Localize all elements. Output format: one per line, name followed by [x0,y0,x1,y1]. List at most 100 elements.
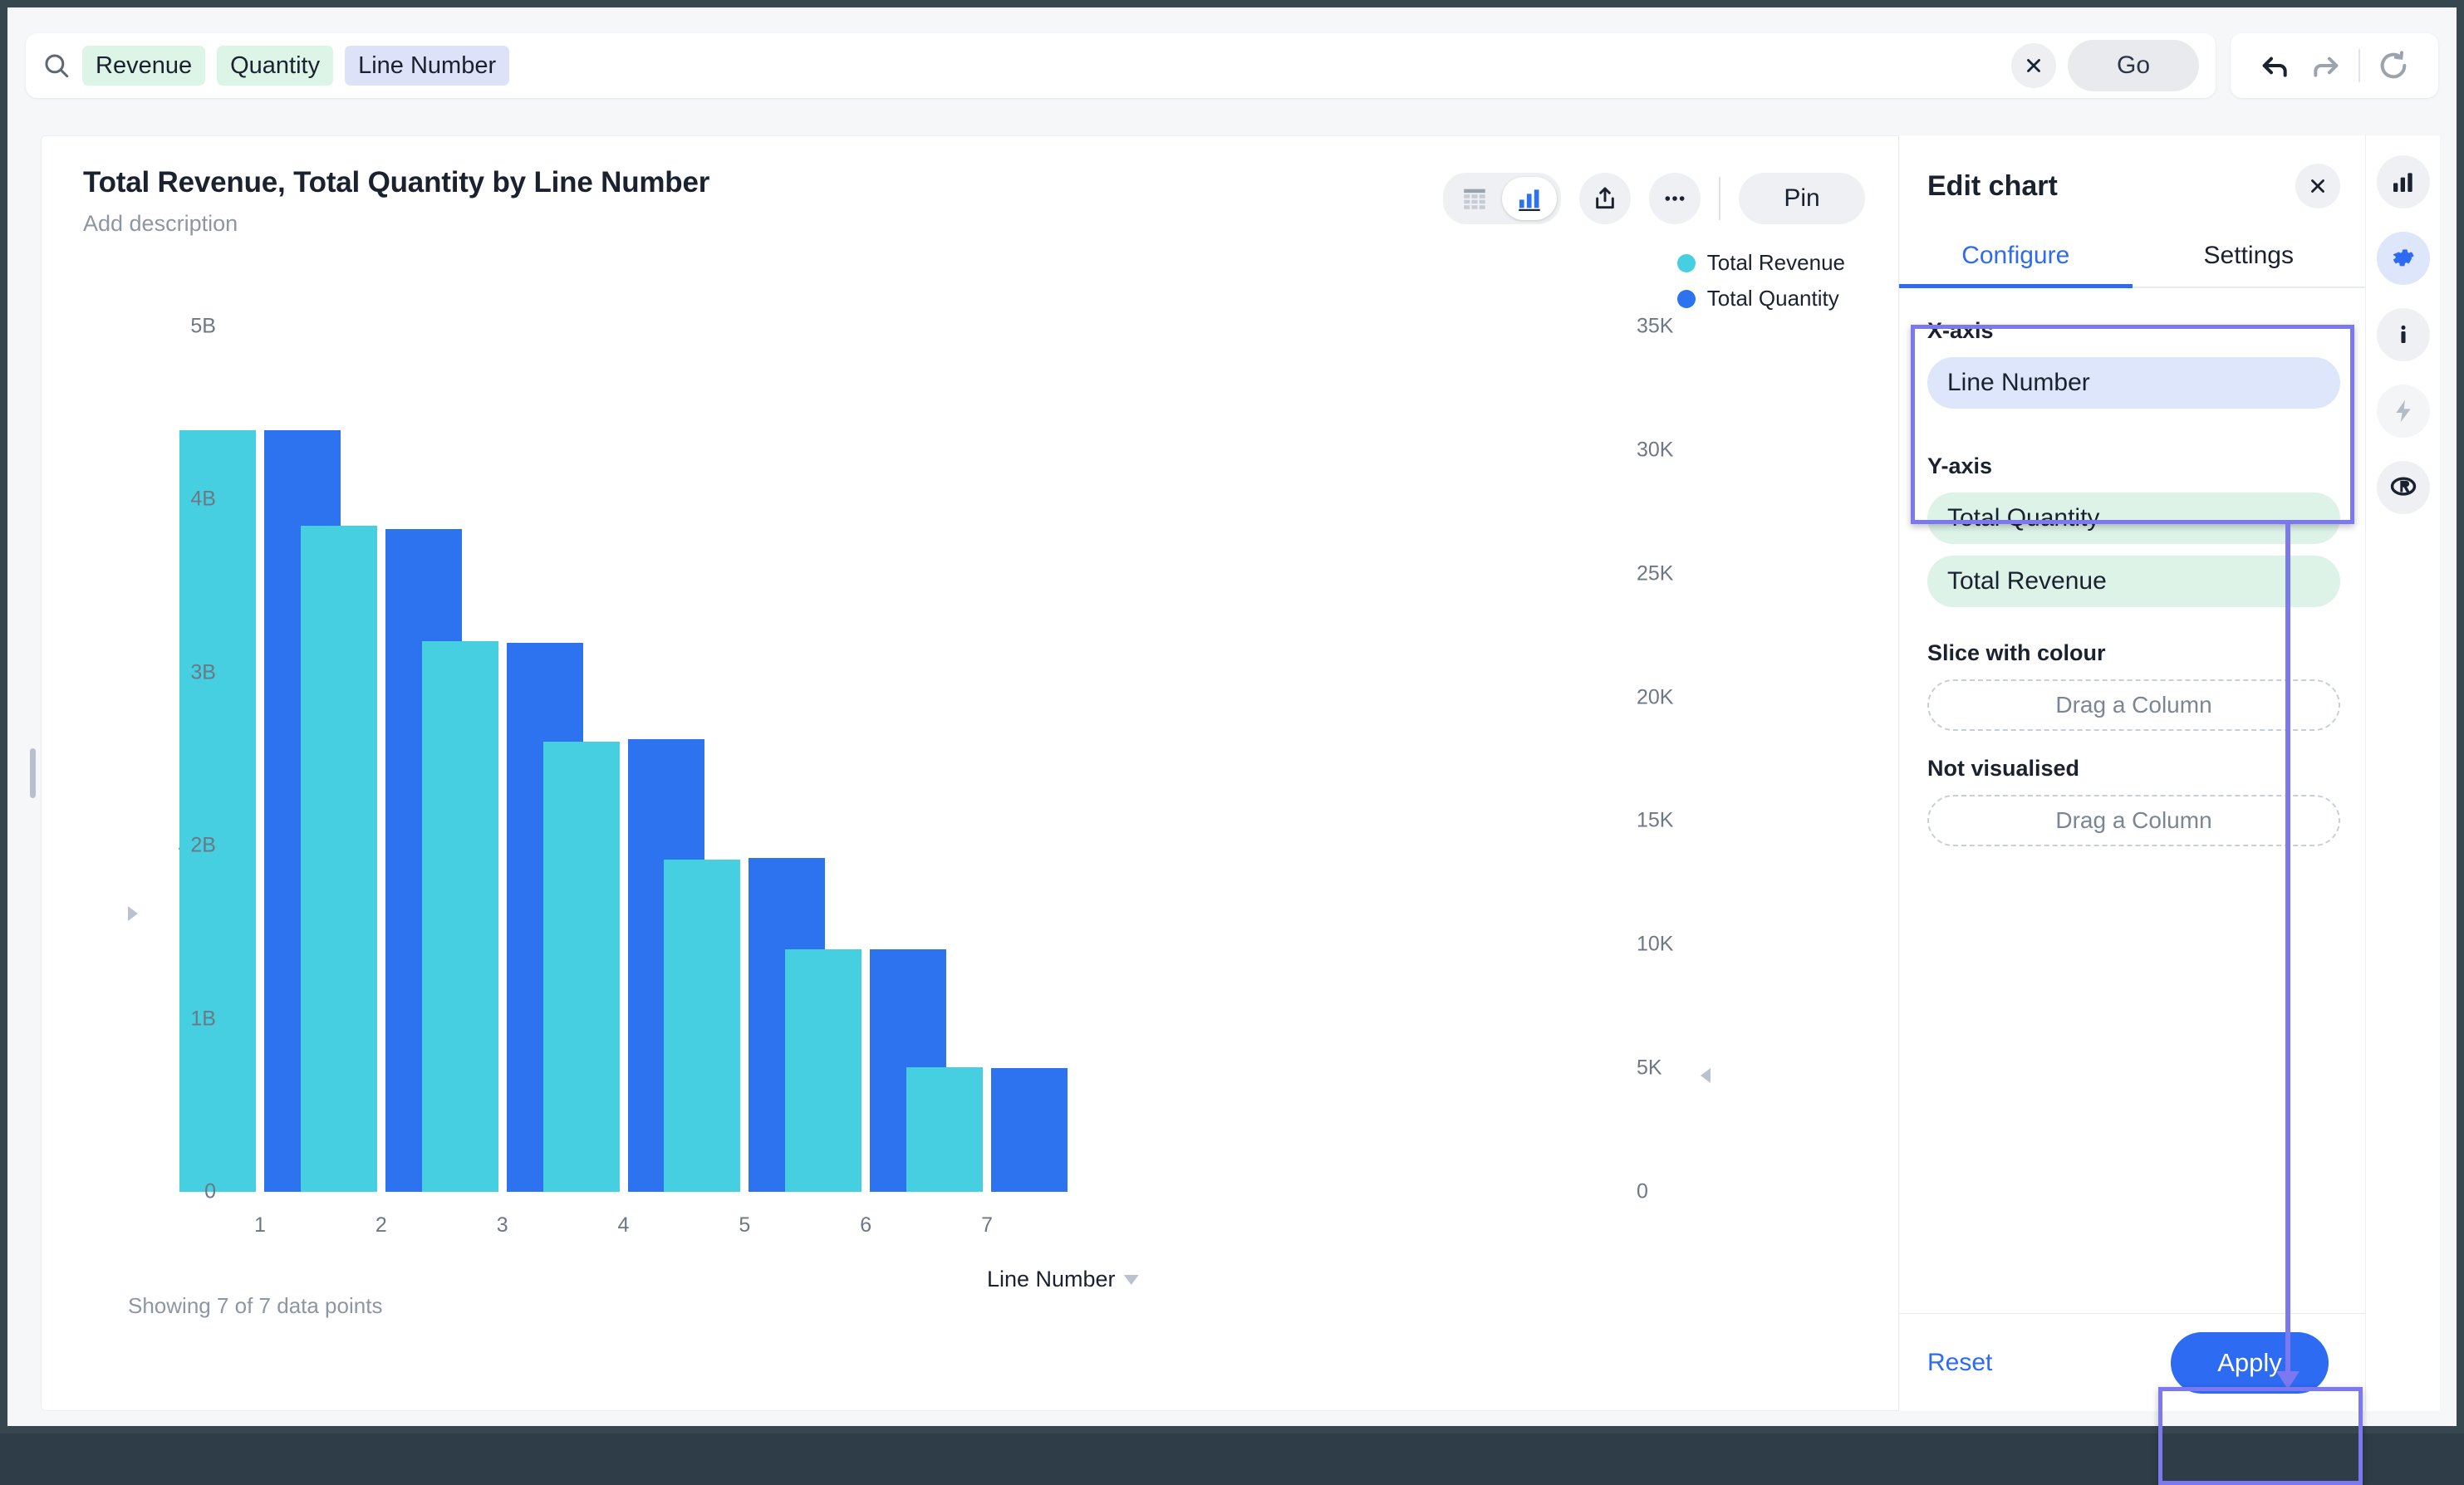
tab-settings[interactable]: Settings [2133,233,2366,287]
search-bar[interactable]: Revenue Quantity Line Number Go [26,33,2216,98]
pin-button[interactable]: Pin [1739,173,1865,224]
y-axis-left-tick: 4B [141,488,216,512]
x-axis-tick: 6 [860,1213,871,1238]
y-axis-right-marker-icon [1701,1068,1711,1083]
data-points-status: Showing 7 of 7 data points [128,1293,382,1319]
y-axis-left-marker-icon [128,906,138,921]
r-logo-icon[interactable] [2377,461,2430,514]
bar-total-revenue[interactable] [785,949,861,1192]
chart-toolbar: Pin [1443,166,1865,224]
y-axis-right-tick: 35K [1637,315,1673,339]
chart-titles: Total Revenue, Total Quantity by Line Nu… [83,166,1443,237]
page-title: Total Revenue, Total Quantity by Line Nu… [83,166,1443,199]
edit-chart-body: X-axis Line Number Y-axis Total Quantity… [1899,288,2365,1313]
clear-search-button[interactable] [2011,43,2056,88]
y-axis-left-tick: 0 [141,1180,216,1204]
not-visualised-label: Not visualised [1927,756,2340,782]
redo-icon[interactable] [2309,49,2342,82]
x-axis-tick: 1 [254,1213,266,1238]
toolbar-divider [2358,49,2360,82]
undo-icon[interactable] [2259,49,2292,82]
y-axis-left-tick: 3B [141,660,216,684]
y-axis-section: Y-axis Total Quantity Total Revenue [1911,434,2357,629]
search-chip-line-number[interactable]: Line Number [345,46,509,86]
top-search-bar: Revenue Quantity Line Number Go [7,7,2457,124]
slice-with-colour-label: Slice with colour [1927,640,2340,666]
go-button[interactable]: Go [2068,40,2199,91]
bar-total-revenue[interactable] [664,860,740,1192]
y-axis-right-tick: 30K [1637,438,1673,462]
x-axis-section: X-axis Line Number [1927,318,2340,409]
bar-total-revenue[interactable] [422,641,498,1192]
chart-icon[interactable] [2377,155,2430,208]
y-axis-right-tick: 25K [1637,561,1673,586]
app-body: Total Revenue, Total Quantity by Line Nu… [7,124,2457,1426]
tab-configure[interactable]: Configure [1899,233,2133,287]
history-toolbar [2231,33,2438,98]
bar-total-revenue[interactable] [179,430,256,1192]
table-view-icon[interactable] [1447,177,1502,220]
search-chip-revenue[interactable]: Revenue [82,46,205,86]
bar-total-quantity[interactable] [991,1068,1068,1192]
bar-total-revenue[interactable] [301,526,377,1192]
bar-total-revenue[interactable] [906,1067,983,1192]
drag-handle[interactable] [30,748,36,798]
x-axis-tick: 3 [497,1213,508,1238]
y-axis-section-label: Y-axis [1927,453,2340,479]
x-axis-tick: 2 [375,1213,387,1238]
edit-chart-title: Edit chart [1927,170,2295,203]
chart-card: Total Revenue, Total Quantity by Line Nu… [41,135,1898,1411]
edit-chart-tabs: Configure Settings [1899,233,2365,288]
edit-chart-header: Edit chart [1899,135,2365,208]
search-chip-quantity[interactable]: Quantity [217,46,333,86]
view-toggle [1443,173,1561,224]
reset-button[interactable]: Reset [1927,1349,1992,1377]
chart-view-icon[interactable] [1502,177,1557,220]
y-axis-column-chip-total-revenue[interactable]: Total Revenue [1927,556,2340,607]
x-axis-section-label: X-axis [1927,318,2340,344]
plot: Total Revenue Total Quantity 01B2B3B4B5B… [42,237,1898,1410]
more-icon[interactable] [1649,173,1701,224]
y-axis-right-tick: 5K [1637,1056,1662,1081]
panel-resize-rail[interactable] [24,135,41,1411]
y-axis-right-tick: 0 [1637,1180,1648,1204]
x-axis-tick: 4 [618,1213,630,1238]
chart-card-header: Total Revenue, Total Quantity by Line Nu… [42,136,1898,237]
y-axis-column-chip-total-quantity[interactable]: Total Quantity [1927,493,2340,544]
app-window: Revenue Quantity Line Number Go [0,0,2464,1434]
y-axis-left-tick: 5B [141,315,216,339]
x-axis-title[interactable]: Line Number [987,1267,1139,1292]
x-axis-column-chip[interactable]: Line Number [1927,357,2340,409]
y-axis-left-tick: 2B [141,834,216,858]
lightning-icon[interactable] [2377,385,2430,438]
search-chips: Revenue Quantity Line Number [82,46,2000,86]
slice-with-colour-section: Slice with colour Drag a Column [1927,640,2340,731]
bar-total-revenue[interactable] [543,742,620,1192]
info-icon[interactable] [2377,308,2430,361]
not-visualised-section: Not visualised Drag a Column [1927,756,2340,846]
edit-chart-panel: Edit chart Configure Settings X-axis Lin… [1898,135,2365,1411]
gear-icon[interactable] [2377,232,2430,285]
toolbar-divider [1719,177,1720,220]
chevron-down-icon[interactable] [1124,1275,1139,1285]
x-axis-tick: 5 [739,1213,750,1238]
bar-group[interactable] [906,326,1068,1192]
y-axis-right-tick: 15K [1637,809,1673,833]
apply-button[interactable]: Apply [2171,1332,2329,1394]
chart-canvas-wrap: Total Revenue, Total Quantity by Line Nu… [24,135,1898,1411]
x-axis-tick: 7 [981,1213,993,1238]
not-visualised-dropzone[interactable]: Drag a Column [1927,795,2340,846]
search-icon [42,51,71,80]
x-axis-title-label: Line Number [987,1267,1116,1292]
y-axis-left-tick: 1B [141,1007,216,1031]
right-rail [2365,135,2440,1411]
chart-plot-area: Total Revenue Total Quantity Total Reven… [42,237,1898,1410]
y-axis-right-tick: 10K [1637,933,1673,957]
y-axis-right-tick: 20K [1637,685,1673,709]
reset-icon[interactable] [2377,49,2410,82]
edit-chart-footer: Reset Apply [1899,1313,2365,1411]
close-icon[interactable] [2295,164,2340,208]
slice-with-colour-dropzone[interactable]: Drag a Column [1927,679,2340,731]
share-icon[interactable] [1579,173,1631,224]
chart-description[interactable]: Add description [83,211,1443,237]
